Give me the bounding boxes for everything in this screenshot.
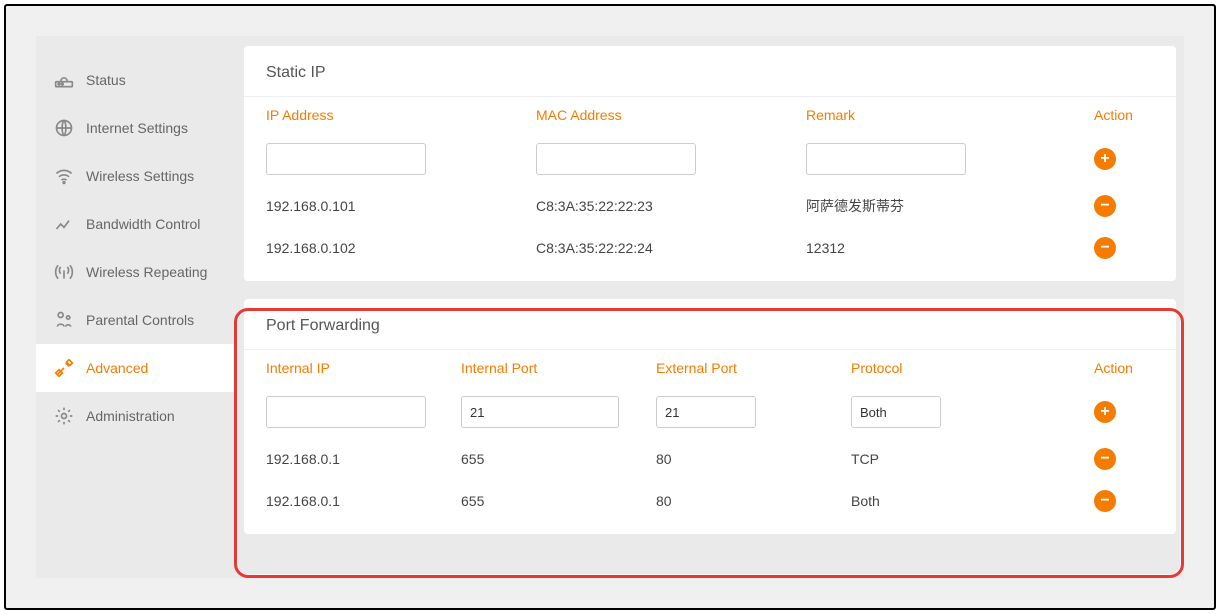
globe-icon: [54, 118, 74, 138]
port-forwarding-header: Internal IP Internal Port External Port …: [266, 350, 1154, 386]
sidebar-item-label: Administration: [86, 408, 175, 424]
remove-icon[interactable]: −: [1094, 490, 1116, 512]
sidebar-item-label: Parental Controls: [86, 312, 194, 328]
sidebar-item-internet[interactable]: Internet Settings: [36, 104, 236, 152]
col-action: Action: [1094, 360, 1154, 376]
table-row: 192.168.0.1 655 80 TCP −: [266, 438, 1154, 480]
wifi-icon: [54, 166, 74, 186]
col-protocol: Protocol: [851, 360, 1094, 376]
mac-address-input[interactable]: [536, 143, 696, 175]
remark-cell: 阿萨德发斯蒂芬: [806, 196, 1094, 216]
internal-ip-input[interactable]: [266, 396, 426, 428]
sidebar-item-label: Advanced: [86, 360, 148, 376]
main-content: Static IP IP Address MAC Address Remark …: [236, 36, 1184, 578]
ip-cell: 192.168.0.101: [266, 198, 536, 214]
col-internal-port: Internal Port: [461, 360, 656, 376]
protocol-combo[interactable]: ▼: [851, 396, 941, 428]
internal-port-cell: 655: [461, 451, 656, 467]
port-forwarding-title: Port Forwarding: [244, 299, 1176, 350]
col-ip-address: IP Address: [266, 107, 536, 123]
internal-ip-cell: 192.168.0.1: [266, 451, 461, 467]
protocol-cell: Both: [851, 493, 1094, 509]
protocol-input[interactable]: [852, 397, 941, 427]
ip-address-input[interactable]: [266, 143, 426, 175]
sidebar-item-advanced[interactable]: Advanced: [36, 344, 236, 392]
remark-input[interactable]: [806, 143, 966, 175]
table-row: 192.168.0.102 C8:3A:35:22:22:24 12312 −: [266, 227, 1154, 269]
people-icon: [54, 310, 74, 330]
internal-port-combo[interactable]: ▼: [461, 396, 619, 428]
add-icon[interactable]: +: [1094, 148, 1116, 170]
remark-cell: 12312: [806, 240, 1094, 256]
sidebar-item-label: Internet Settings: [86, 120, 188, 136]
remove-icon[interactable]: −: [1094, 237, 1116, 259]
ip-cell: 192.168.0.102: [266, 240, 536, 256]
col-action: Action: [1094, 107, 1154, 123]
static-ip-panel: Static IP IP Address MAC Address Remark …: [244, 46, 1176, 281]
static-ip-title: Static IP: [244, 46, 1176, 97]
sidebar-item-label: Wireless Settings: [86, 168, 194, 184]
port-forwarding-panel: Port Forwarding Internal IP Internal Por…: [244, 299, 1176, 534]
protocol-cell: TCP: [851, 451, 1094, 467]
sidebar-item-bandwidth[interactable]: Bandwidth Control: [36, 200, 236, 248]
sidebar-item-label: Status: [86, 72, 126, 88]
internal-port-cell: 655: [461, 493, 656, 509]
mac-cell: C8:3A:35:22:22:24: [536, 240, 806, 256]
sidebar-item-status[interactable]: Status: [36, 56, 236, 104]
remove-icon[interactable]: −: [1094, 448, 1116, 470]
sidebar-item-label: Bandwidth Control: [86, 216, 200, 232]
external-port-cell: 80: [656, 493, 851, 509]
sidebar-item-repeating[interactable]: Wireless Repeating: [36, 248, 236, 296]
col-remark: Remark: [806, 107, 1094, 123]
table-row: 192.168.0.1 655 80 Both −: [266, 480, 1154, 522]
external-port-input[interactable]: [656, 396, 756, 428]
sidebar-item-admin[interactable]: Administration: [36, 392, 236, 440]
antenna-icon: [54, 262, 74, 282]
add-icon[interactable]: +: [1094, 401, 1116, 423]
external-port-cell: 80: [656, 451, 851, 467]
sidebar-item-parental[interactable]: Parental Controls: [36, 296, 236, 344]
tools-icon: [54, 358, 74, 378]
col-internal-ip: Internal IP: [266, 360, 461, 376]
col-external-port: External Port: [656, 360, 851, 376]
col-mac-address: MAC Address: [536, 107, 806, 123]
remove-icon[interactable]: −: [1094, 195, 1116, 217]
port-forwarding-input-row: ▼ ▼ +: [266, 386, 1154, 438]
router-icon: [54, 70, 74, 90]
table-row: 192.168.0.101 C8:3A:35:22:22:23 阿萨德发斯蒂芬 …: [266, 185, 1154, 227]
static-ip-input-row: +: [266, 133, 1154, 185]
chart-icon: [54, 214, 74, 234]
sidebar-item-wireless[interactable]: Wireless Settings: [36, 152, 236, 200]
mac-cell: C8:3A:35:22:22:23: [536, 198, 806, 214]
sidebar-item-label: Wireless Repeating: [86, 264, 207, 280]
sidebar: Status Internet Settings Wireless Settin…: [36, 36, 236, 578]
gear-icon: [54, 406, 74, 426]
internal-ip-cell: 192.168.0.1: [266, 493, 461, 509]
static-ip-header: IP Address MAC Address Remark Action: [266, 97, 1154, 133]
internal-port-input[interactable]: [462, 397, 619, 427]
